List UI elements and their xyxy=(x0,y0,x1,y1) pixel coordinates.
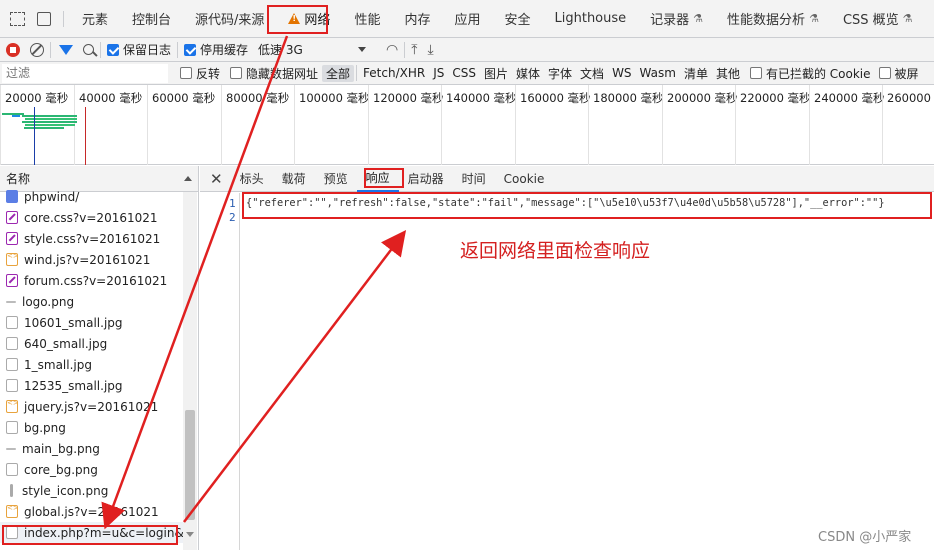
annotation-text: 返回网络里面检查响应 xyxy=(460,240,651,262)
annotation-arrows xyxy=(101,35,407,530)
arrow-to-request-item xyxy=(101,35,289,530)
watermark: CSDN @小严家 xyxy=(818,530,912,545)
arrow-to-response xyxy=(183,230,407,523)
